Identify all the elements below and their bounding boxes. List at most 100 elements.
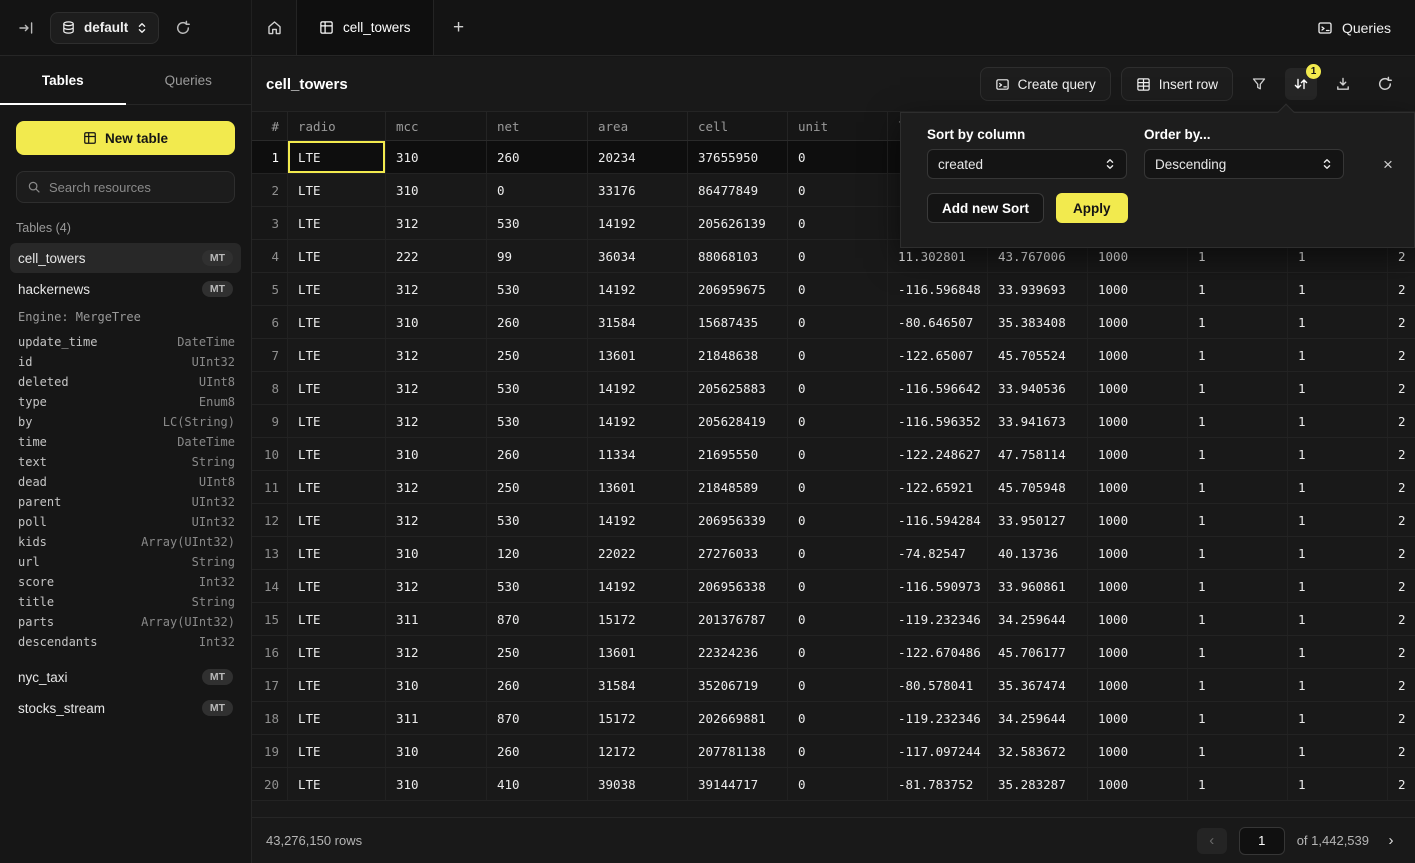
row-number[interactable]: 5 (252, 273, 288, 305)
table-cell[interactable]: 2 (1388, 273, 1415, 305)
table-cell[interactable]: 1 (1188, 471, 1288, 503)
table-cell[interactable]: LTE (288, 537, 386, 569)
search-input[interactable] (49, 180, 225, 195)
table-cell[interactable]: LTE (288, 603, 386, 635)
row-number[interactable]: 4 (252, 240, 288, 272)
table-cell[interactable]: 31584 (588, 669, 688, 701)
table-cell[interactable]: -81.783752 (888, 768, 988, 800)
table-cell[interactable]: LTE (288, 669, 386, 701)
table-cell[interactable]: 0 (788, 735, 888, 767)
table-cell[interactable]: 14192 (588, 504, 688, 536)
table-cell[interactable]: 870 (487, 702, 588, 734)
table-cell[interactable]: 1000 (1088, 504, 1188, 536)
table-cell[interactable]: 12172 (588, 735, 688, 767)
table-cell[interactable]: 205628419 (688, 405, 788, 437)
sort-order-select[interactable]: Descending (1144, 149, 1344, 179)
table-cell[interactable]: 312 (386, 570, 487, 602)
table-cell[interactable]: 22324236 (688, 636, 788, 668)
table-cell[interactable]: 1 (1188, 504, 1288, 536)
row-number[interactable]: 9 (252, 405, 288, 437)
table-cell[interactable]: 870 (487, 603, 588, 635)
table-cell[interactable]: LTE (288, 438, 386, 470)
table-cell[interactable]: LTE (288, 240, 386, 272)
table-cell[interactable]: 312 (386, 207, 487, 239)
table-cell[interactable]: 0 (788, 471, 888, 503)
table-cell[interactable]: 0 (788, 207, 888, 239)
table-cell[interactable]: -80.578041 (888, 669, 988, 701)
table-cell[interactable]: -122.65007 (888, 339, 988, 371)
table-cell[interactable]: 45.705524 (988, 339, 1088, 371)
table-cell[interactable]: 33176 (588, 174, 688, 206)
table-cell[interactable]: 0 (788, 306, 888, 338)
table-cell[interactable]: -116.594284 (888, 504, 988, 536)
table-cell[interactable]: 14192 (588, 207, 688, 239)
refresh-table-button[interactable] (1369, 68, 1401, 100)
column-header[interactable]: # (252, 112, 288, 140)
table-cell[interactable]: 1 (1188, 735, 1288, 767)
table-cell[interactable]: 14192 (588, 372, 688, 404)
row-number[interactable]: 10 (252, 438, 288, 470)
table-cell[interactable]: 310 (386, 174, 487, 206)
tab-cell-towers[interactable]: cell_towers (296, 0, 434, 55)
table-cell[interactable]: 33.960861 (988, 570, 1088, 602)
table-cell[interactable]: 2 (1388, 438, 1415, 470)
new-tab-button[interactable]: + (434, 0, 484, 55)
table-cell[interactable]: 1 (1288, 669, 1388, 701)
table-cell[interactable]: 222 (386, 240, 487, 272)
table-cell[interactable]: 13601 (588, 471, 688, 503)
table-cell[interactable]: -116.596352 (888, 405, 988, 437)
filter-button[interactable] (1243, 68, 1275, 100)
table-cell[interactable]: LTE (288, 339, 386, 371)
table-cell[interactable]: 15172 (588, 702, 688, 734)
table-cell[interactable]: 0 (788, 141, 888, 173)
table-cell[interactable]: 1000 (1088, 537, 1188, 569)
table-cell[interactable]: 1 (1188, 768, 1288, 800)
table-cell[interactable]: 33.939693 (988, 273, 1088, 305)
table-cell[interactable]: 310 (386, 306, 487, 338)
table-cell[interactable]: 1000 (1088, 669, 1188, 701)
table-cell[interactable]: 33.940536 (988, 372, 1088, 404)
table-cell[interactable]: 88068103 (688, 240, 788, 272)
table-cell[interactable]: -122.670486 (888, 636, 988, 668)
table-cell[interactable]: 260 (487, 735, 588, 767)
table-cell[interactable]: 1 (1188, 306, 1288, 338)
table-cell[interactable]: 1000 (1088, 570, 1188, 602)
table-cell[interactable]: 310 (386, 537, 487, 569)
table-cell[interactable]: 14192 (588, 570, 688, 602)
table-cell[interactable]: 1000 (1088, 306, 1188, 338)
apply-sort-button[interactable]: Apply (1056, 193, 1128, 223)
add-new-sort-button[interactable]: Add new Sort (927, 193, 1044, 223)
table-cell[interactable]: 310 (386, 141, 487, 173)
table-cell[interactable]: 2 (1388, 537, 1415, 569)
table-cell[interactable]: 0 (788, 636, 888, 668)
row-number[interactable]: 2 (252, 174, 288, 206)
table-cell[interactable]: 2 (1388, 372, 1415, 404)
table-cell[interactable]: 1 (1188, 273, 1288, 305)
table-cell[interactable]: 32.583672 (988, 735, 1088, 767)
row-number[interactable]: 15 (252, 603, 288, 635)
table-cell[interactable]: -117.097244 (888, 735, 988, 767)
row-number[interactable]: 3 (252, 207, 288, 239)
table-cell[interactable]: 2 (1388, 636, 1415, 668)
table-cell[interactable]: 37655950 (688, 141, 788, 173)
table-cell[interactable]: 312 (386, 273, 487, 305)
table-cell[interactable]: 1000 (1088, 603, 1188, 635)
table-cell[interactable]: LTE (288, 768, 386, 800)
table-cell[interactable]: 260 (487, 669, 588, 701)
table-cell[interactable]: 206956338 (688, 570, 788, 602)
table-cell[interactable]: 11334 (588, 438, 688, 470)
table-cell[interactable]: 0 (788, 570, 888, 602)
table-cell[interactable]: 35.367474 (988, 669, 1088, 701)
download-button[interactable] (1327, 68, 1359, 100)
insert-row-button[interactable]: Insert row (1121, 67, 1233, 101)
table-cell[interactable]: 312 (386, 372, 487, 404)
table-cell[interactable]: 1 (1288, 603, 1388, 635)
sidebar-item-cell-towers[interactable]: cell_towers MT (10, 243, 241, 273)
sort-button[interactable]: 1 (1285, 68, 1317, 100)
table-cell[interactable]: 2 (1388, 471, 1415, 503)
sidebar-item-nyc-taxi[interactable]: nyc_taxi MT (10, 662, 241, 692)
table-cell[interactable]: 312 (386, 339, 487, 371)
sidebar-item-hackernews[interactable]: hackernews MT (10, 274, 241, 304)
column-header[interactable]: unit (788, 112, 888, 140)
table-cell[interactable]: LTE (288, 504, 386, 536)
